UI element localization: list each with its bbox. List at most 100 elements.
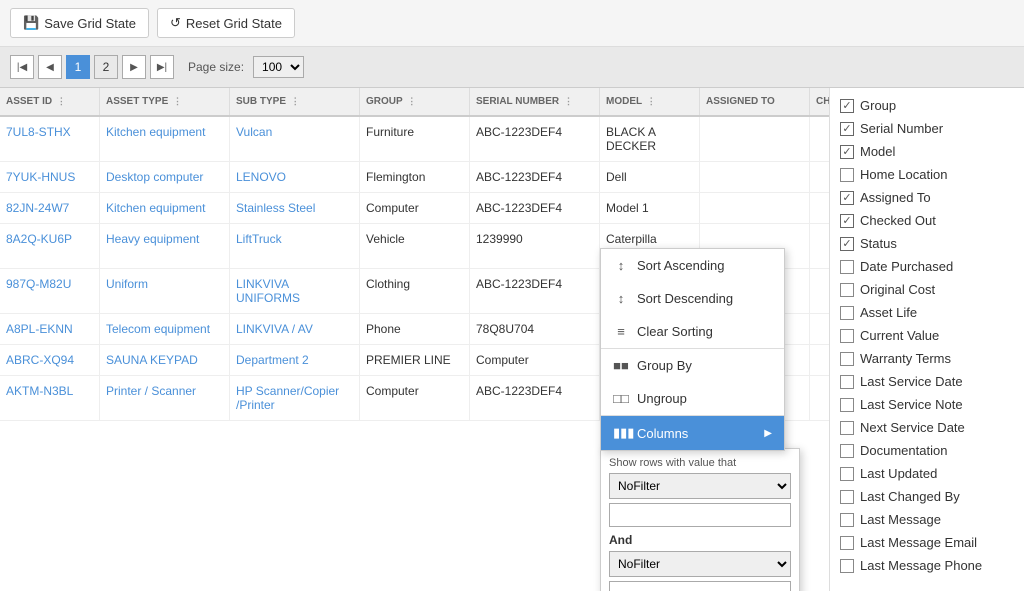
page-size-label: Page size:	[188, 60, 244, 74]
cb-asset-life[interactable]	[840, 306, 854, 320]
columns-icon: ▮▮▮	[613, 425, 629, 441]
cell-asset-id[interactable]: 7YUK-HNUS	[0, 162, 100, 192]
cell-sub-type[interactable]: Stainless Steel	[230, 193, 360, 223]
cell-sub-type[interactable]: Vulcan	[230, 117, 360, 161]
cb-model[interactable]	[840, 145, 854, 159]
next-page-button[interactable]: ▶	[122, 55, 146, 79]
cell-asset-id[interactable]: 82JN-24W7	[0, 193, 100, 223]
right-item-last-updated[interactable]: Last Updated	[840, 462, 1014, 485]
filter-condition-1-select[interactable]: NoFilter Is equal to Is not equal to Con…	[609, 473, 791, 499]
cell-checked	[810, 224, 829, 268]
cb-checked-out[interactable]	[840, 214, 854, 228]
cell-sub-type[interactable]: LINKVIVA UNIFORMS	[230, 269, 360, 313]
right-item-last-changed-by[interactable]: Last Changed By	[840, 485, 1014, 508]
page-size-select[interactable]: 100 50 25	[253, 56, 304, 78]
cb-last-updated[interactable]	[840, 467, 854, 481]
cb-status[interactable]	[840, 237, 854, 251]
reset-grid-state-button[interactable]: ↺ Reset Grid State	[157, 8, 295, 38]
cell-asset-id[interactable]: 8A2Q-KU6P	[0, 224, 100, 268]
cb-current-value[interactable]	[840, 329, 854, 343]
right-item-model[interactable]: Model	[840, 140, 1014, 163]
filter-value-1-input[interactable]	[609, 503, 791, 527]
cb-documentation[interactable]	[840, 444, 854, 458]
cb-last-service-date[interactable]	[840, 375, 854, 389]
right-item-status[interactable]: Status	[840, 232, 1014, 255]
cell-asset-type[interactable]: Desktop computer	[100, 162, 230, 192]
col-checked-out[interactable]: CHECKE...	[810, 88, 829, 115]
ctx-sort-desc[interactable]: ↕ Sort Descending	[601, 282, 784, 315]
table-row: 82JN-24W7 Kitchen equipment Stainless St…	[0, 193, 829, 224]
cell-sub-type[interactable]: HP Scanner/Copier /Printer	[230, 376, 360, 420]
cell-asset-type[interactable]: Printer / Scanner	[100, 376, 230, 420]
cell-serial: 1239990	[470, 224, 600, 268]
cb-group[interactable]	[840, 99, 854, 113]
filter-value-2-input[interactable]	[609, 581, 791, 591]
ctx-ungroup[interactable]: □□ Ungroup	[601, 382, 784, 415]
cell-asset-id[interactable]: A8PL-EKNN	[0, 314, 100, 344]
cb-assigned-to[interactable]	[840, 191, 854, 205]
prev-page-button[interactable]: ◀	[38, 55, 62, 79]
cell-asset-type[interactable]: Heavy equipment	[100, 224, 230, 268]
ctx-clear-sorting[interactable]: ≡ Clear Sorting	[601, 315, 784, 348]
page-2-button[interactable]: 2	[94, 55, 118, 79]
right-item-next-service-date[interactable]: Next Service Date	[840, 416, 1014, 439]
cell-asset-type[interactable]: Kitchen equipment	[100, 193, 230, 223]
cb-date-purchased[interactable]	[840, 260, 854, 274]
right-item-last-message-phone[interactable]: Last Message Phone	[840, 554, 1014, 577]
cell-asset-id[interactable]: 987Q-M82U	[0, 269, 100, 313]
cb-next-service-date[interactable]	[840, 421, 854, 435]
col-sub-type[interactable]: SUB TYPE ⋮	[230, 88, 360, 115]
cell-serial: ABC-1223DEF4	[470, 162, 600, 192]
right-item-original-cost[interactable]: Original Cost	[840, 278, 1014, 301]
cb-warranty-terms[interactable]	[840, 352, 854, 366]
ctx-group-by[interactable]: ■■ Group By	[601, 349, 784, 382]
right-item-date-purchased[interactable]: Date Purchased	[840, 255, 1014, 278]
cell-asset-id[interactable]: ABRC-XQ94	[0, 345, 100, 375]
right-item-asset-life[interactable]: Asset Life	[840, 301, 1014, 324]
col-model[interactable]: MODEL ⋮	[600, 88, 700, 115]
right-item-assigned-to[interactable]: Assigned To	[840, 186, 1014, 209]
right-item-current-value[interactable]: Current Value	[840, 324, 1014, 347]
right-item-last-message[interactable]: Last Message	[840, 508, 1014, 531]
right-item-last-message-email[interactable]: Last Message Email	[840, 531, 1014, 554]
right-item-last-service-date[interactable]: Last Service Date	[840, 370, 1014, 393]
cb-serial-number[interactable]	[840, 122, 854, 136]
right-item-warranty-terms[interactable]: Warranty Terms	[840, 347, 1014, 370]
sort-icon-sub-type: ⋮	[291, 96, 300, 107]
cell-sub-type[interactable]: Department 2	[230, 345, 360, 375]
cell-asset-type[interactable]: Telecom equipment	[100, 314, 230, 344]
cell-asset-id[interactable]: 7UL8-STHX	[0, 117, 100, 161]
cb-home-location[interactable]	[840, 168, 854, 182]
cb-original-cost[interactable]	[840, 283, 854, 297]
cb-last-message-phone[interactable]	[840, 559, 854, 573]
right-item-group[interactable]: Group	[840, 94, 1014, 117]
cell-asset-type[interactable]: SAUNA KEYPAD	[100, 345, 230, 375]
last-page-button[interactable]: ▶|	[150, 55, 174, 79]
cell-sub-type[interactable]: LiftTruck	[230, 224, 360, 268]
cb-last-message-email[interactable]	[840, 536, 854, 550]
ctx-columns[interactable]: ▮▮▮ Columns ▶	[601, 416, 784, 450]
cb-last-message[interactable]	[840, 513, 854, 527]
right-item-documentation[interactable]: Documentation	[840, 439, 1014, 462]
cell-sub-type[interactable]: LENOVO	[230, 162, 360, 192]
col-group[interactable]: GROUP ⋮	[360, 88, 470, 115]
filter-condition-2-select[interactable]: NoFilter Is equal to Is not equal to Con…	[609, 551, 791, 577]
col-serial-number[interactable]: SERIAL NUMBER ⋮	[470, 88, 600, 115]
cb-last-changed-by[interactable]	[840, 490, 854, 504]
cell-asset-type[interactable]: Uniform	[100, 269, 230, 313]
cb-last-service-note[interactable]	[840, 398, 854, 412]
col-asset-id[interactable]: ASSET ID ⋮	[0, 88, 100, 115]
right-item-home-location[interactable]: Home Location	[840, 163, 1014, 186]
save-grid-state-button[interactable]: 💾 Save Grid State	[10, 8, 149, 38]
right-item-last-service-note[interactable]: Last Service Note	[840, 393, 1014, 416]
ctx-sort-asc[interactable]: ↕ Sort Ascending	[601, 249, 784, 282]
col-asset-type[interactable]: ASSET TYPE ⋮	[100, 88, 230, 115]
right-item-checked-out[interactable]: Checked Out	[840, 209, 1014, 232]
cell-asset-type[interactable]: Kitchen equipment	[100, 117, 230, 161]
page-1-button[interactable]: 1	[66, 55, 90, 79]
cell-asset-id[interactable]: AKTM-N3BL	[0, 376, 100, 420]
first-page-button[interactable]: |◀	[10, 55, 34, 79]
right-item-serial-number[interactable]: Serial Number	[840, 117, 1014, 140]
cell-sub-type[interactable]: LINKVIVA / AV	[230, 314, 360, 344]
col-assigned-to[interactable]: ASSIGNED TO	[700, 88, 810, 115]
